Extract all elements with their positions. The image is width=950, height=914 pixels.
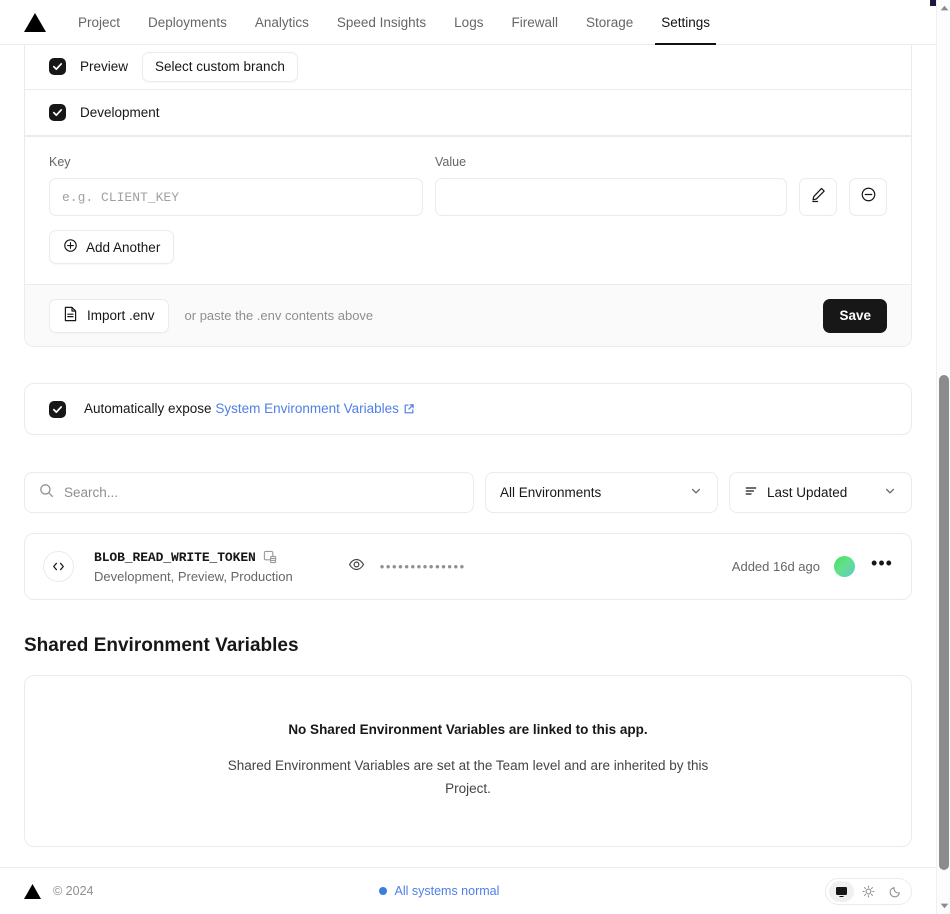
environment-variable-form-card: Preview Select custom branch Development… xyxy=(24,45,912,347)
variable-key: BLOB_READ_WRITE_TOKEN xyxy=(94,550,293,565)
minus-circle-icon xyxy=(860,186,877,208)
eye-icon[interactable] xyxy=(348,556,365,578)
variable-meta: Added 16d ago ••• xyxy=(732,554,895,580)
value-column-header: Value xyxy=(435,155,467,169)
environment-filter-label: All Environments xyxy=(500,485,602,500)
added-timestamp: Added 16d ago xyxy=(731,559,820,574)
search-icon xyxy=(39,483,54,503)
table-row[interactable]: BLOB_READ_WRITE_TOKEN Development, Previ… xyxy=(24,533,912,600)
plus-circle-icon xyxy=(63,238,78,256)
caret-down-icon[interactable] xyxy=(937,898,950,914)
shared-variables-empty-state: No Shared Environment Variables are link… xyxy=(24,675,912,847)
monitor-icon[interactable] xyxy=(829,880,854,902)
nav-tab-settings[interactable]: Settings xyxy=(647,0,724,45)
auto-expose-card: Automatically expose System Environment … xyxy=(24,383,912,435)
checkbox-development[interactable] xyxy=(49,104,66,121)
sort-label: Last Updated xyxy=(767,485,848,500)
moon-icon[interactable] xyxy=(883,881,908,902)
document-icon xyxy=(63,306,78,325)
variable-environments: Development, Preview, Production xyxy=(94,568,293,584)
variables-filter-bar: All Environments Last Updated xyxy=(24,472,912,513)
key-value-row xyxy=(49,178,887,216)
window-corner-accent xyxy=(930,0,936,6)
masked-value: •••••••••••••• xyxy=(379,559,466,574)
env-target-row-preview: Preview Select custom branch xyxy=(25,45,911,90)
nav-tab-label: Storage xyxy=(585,14,634,30)
environment-filter-select[interactable]: All Environments xyxy=(485,472,718,513)
add-another-label: Add Another xyxy=(86,239,161,255)
edit-value-button[interactable] xyxy=(799,178,837,216)
checkbox-auto-expose[interactable] xyxy=(49,400,66,418)
variable-names: BLOB_READ_WRITE_TOKEN Development, Previ… xyxy=(94,550,293,584)
vertical-scrollbar[interactable] xyxy=(936,0,950,914)
pencil-icon xyxy=(810,186,827,208)
checkbox-preview[interactable] xyxy=(49,58,66,75)
search-box[interactable] xyxy=(24,472,474,513)
vercel-triangle-logo[interactable] xyxy=(24,12,46,32)
chevron-down-icon xyxy=(883,484,897,501)
copyright-text: © 2024 xyxy=(53,884,94,898)
avatar xyxy=(834,556,855,577)
nav-tab-firewall[interactable]: Firewall xyxy=(497,0,572,45)
import-env-bar: Import .env or paste the .env contents a… xyxy=(25,284,911,346)
page-title: Shared Environment Variables xyxy=(24,635,299,656)
key-value-headers: Key Value xyxy=(49,155,887,169)
vercel-triangle-logo[interactable] xyxy=(24,883,41,899)
nav-tab-storage[interactable]: Storage xyxy=(572,0,647,45)
variable-value: •••••••••••••• xyxy=(348,556,466,578)
top-navigation-bar: Project Deployments Analytics Speed Insi… xyxy=(0,0,936,45)
code-brackets-icon xyxy=(43,551,74,582)
nav-tab-label: Firewall xyxy=(511,14,558,30)
auto-expose-text: Automatically expose System Environment … xyxy=(84,401,415,418)
nav-tab-label: Settings xyxy=(661,14,711,30)
scrollbar-thumb[interactable] xyxy=(939,375,949,870)
theme-switcher xyxy=(825,877,912,905)
variable-key-text: BLOB_READ_WRITE_TOKEN xyxy=(94,549,256,565)
remove-variable-button[interactable] xyxy=(849,178,887,216)
external-link-icon[interactable] xyxy=(403,403,415,418)
nav-tab-speed-insights[interactable]: Speed Insights xyxy=(323,0,440,45)
nav-tab-deployments[interactable]: Deployments xyxy=(134,0,241,45)
nav-tab-label: Deployments xyxy=(148,14,227,30)
key-value-section: Key Value e.g. CLIENT_KEY Add Another xyxy=(25,136,911,284)
status-badge xyxy=(378,887,387,895)
sort-lines-icon xyxy=(744,484,758,501)
row-menu-button[interactable]: ••• xyxy=(869,554,895,580)
env-target-label-preview: Preview xyxy=(80,59,129,74)
nav-tab-analytics[interactable]: Analytics xyxy=(241,0,323,45)
nav-tab-label: Project xyxy=(78,14,121,30)
import-env-label: Import .env xyxy=(87,308,155,323)
nav-tab-label: Analytics xyxy=(254,14,309,30)
key-input[interactable] xyxy=(49,178,423,216)
main-content: Preview Select custom branch Development… xyxy=(0,45,936,867)
select-custom-branch-button[interactable]: Select custom branch xyxy=(142,51,298,82)
nav-tab-logs[interactable]: Logs xyxy=(440,0,497,45)
nav-tab-label: Speed Insights xyxy=(336,14,427,30)
key-column-header: Key xyxy=(49,155,71,169)
empty-state-body: Shared Environment Variables are set at … xyxy=(227,758,709,796)
nav-tab-label: Logs xyxy=(454,14,484,30)
status-text: All systems normal xyxy=(394,884,500,898)
system-status[interactable]: All systems normal xyxy=(378,884,500,898)
caret-up-icon[interactable] xyxy=(937,0,950,16)
env-target-label-development: Development xyxy=(80,105,160,120)
blob-store-icon xyxy=(263,550,277,564)
sort-select[interactable]: Last Updated xyxy=(729,472,912,513)
add-another-button[interactable]: Add Another xyxy=(49,230,175,264)
chevron-down-icon xyxy=(689,484,703,501)
value-input[interactable] xyxy=(435,178,787,216)
system-environment-variables-link[interactable]: System Environment Variables xyxy=(215,401,399,416)
nav-tabs: Project Deployments Analytics Speed Insi… xyxy=(64,0,724,45)
settings-environment-variables-page: Project Deployments Analytics Speed Insi… xyxy=(0,0,950,914)
nav-tab-project[interactable]: Project xyxy=(64,0,134,45)
save-button[interactable]: Save xyxy=(823,298,887,333)
env-target-row-development: Development xyxy=(25,90,911,136)
sun-icon[interactable] xyxy=(856,881,881,902)
import-hint-text: or paste the .env contents above xyxy=(184,308,374,323)
empty-state-heading: No Shared Environment Variables are link… xyxy=(288,722,648,737)
page-footer: © 2024 All systems normal xyxy=(0,868,936,914)
search-input[interactable] xyxy=(64,485,459,500)
auto-expose-label: Automatically expose xyxy=(84,400,212,416)
import-env-button[interactable]: Import .env xyxy=(49,298,169,333)
